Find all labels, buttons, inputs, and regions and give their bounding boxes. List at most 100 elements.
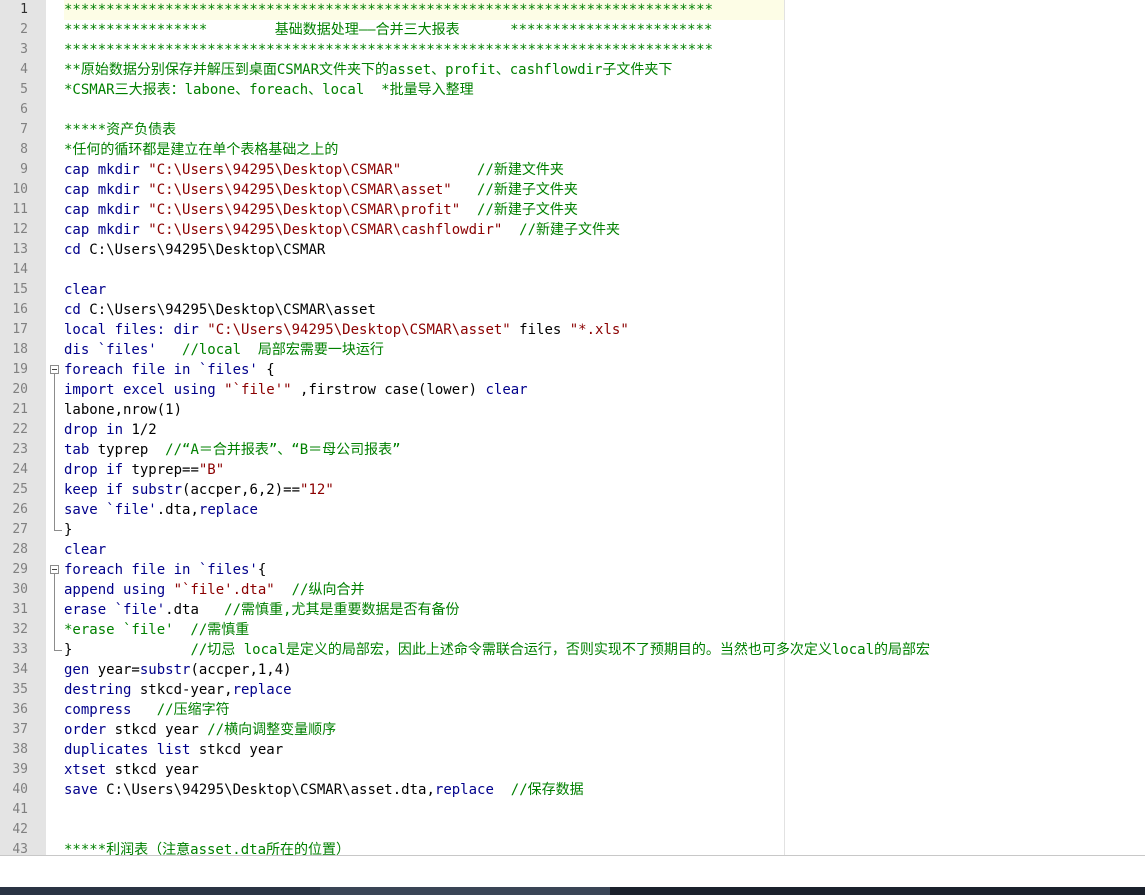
- code-line[interactable]: 25 keep if substr(accper,6,2)=="12": [0, 480, 1145, 500]
- line-text: xtset stkcd year: [64, 760, 199, 780]
- code-token: import excel using: [64, 382, 225, 398]
- code-token: (accper,1,4): [190, 662, 292, 678]
- code-token: "C:\Users\94295\Desktop\CSMAR\profit": [148, 202, 461, 218]
- code-token: C:\Users\94295\Desktop\CSMAR\asset.dta,: [106, 782, 435, 798]
- code-line[interactable]: 16 cd C:\Users\94295\Desktop\CSMAR\asset: [0, 300, 1145, 320]
- code-line[interactable]: 18 dis `files' //local 局部宏需要一块运行: [0, 340, 1145, 360]
- code-token: typrep: [97, 442, 166, 458]
- fold-toggle-icon[interactable]: [50, 365, 59, 374]
- code-line[interactable]: 27}: [0, 520, 1145, 540]
- code-line[interactable]: 41: [0, 800, 1145, 820]
- fold-guide-line: [54, 374, 55, 520]
- code-line[interactable]: 34 gen year=substr(accper,1,4): [0, 660, 1145, 680]
- code-line[interactable]: 40 save C:\Users\94295\Desktop\CSMAR\asse…: [0, 780, 1145, 800]
- line-number: 11: [12, 202, 28, 217]
- line-number: 35: [12, 682, 28, 697]
- code-token: "C:\Users\94295\Desktop\CSMAR\cashflowdi…: [148, 222, 503, 238]
- code-token: stkcd year: [114, 762, 199, 778]
- line-number: 17: [12, 322, 28, 337]
- code-line[interactable]: 19 foreach file in `files' {: [0, 360, 1145, 380]
- code-token: stkcd year: [114, 722, 208, 738]
- line-text: *CSMAR三大报表：labone、foreach、local *批量导入整理: [64, 80, 474, 100]
- line-number: 6: [20, 102, 28, 117]
- line-number: 13: [12, 242, 28, 257]
- code-line[interactable]: 24 drop if typrep=="B": [0, 460, 1145, 480]
- code-line[interactable]: 31 erase `file'.dta //需慎重,尤其是重要数据是否有备份: [0, 600, 1145, 620]
- fold-toggle-icon[interactable]: [50, 565, 59, 574]
- code-token: `files': [198, 562, 258, 578]
- code-line[interactable]: 36 compress //压缩字符: [0, 700, 1145, 720]
- code-token: cd: [64, 302, 90, 318]
- code-token: cap mkdir: [64, 202, 149, 218]
- code-line[interactable]: 35 destring stkcd-year,replace: [0, 680, 1145, 700]
- code-line[interactable]: 26 save `file'.dta,replace: [0, 500, 1145, 520]
- code-line[interactable]: 11 cap mkdir "C:\Users\94295\Desktop\CSMA…: [0, 200, 1145, 220]
- code-line[interactable]: 32 *erase `file' //需慎重: [0, 620, 1145, 640]
- code-line[interactable]: 28 clear: [0, 540, 1145, 560]
- code-line[interactable]: 13 cd C:\Users\94295\Desktop\CSMAR: [0, 240, 1145, 260]
- code-token: //切忌 local是定义的局部宏，因此上述命令需联合运行，否则实现不了预期目的…: [72, 642, 931, 658]
- code-token: //横向调整变量顺序: [207, 722, 337, 738]
- line-number: 37: [12, 722, 28, 737]
- line-number: 40: [12, 782, 28, 797]
- line-number: 30: [12, 582, 28, 597]
- taskbar: [0, 887, 1145, 895]
- code-line[interactable]: 42: [0, 820, 1145, 840]
- code-token: *erase `file' //需慎重: [64, 622, 250, 638]
- code-line[interactable]: 4 **原始数据分别保存并解压到桌面CSMAR文件夹下的asset、profit、…: [0, 60, 1145, 80]
- line-number: 5: [20, 82, 28, 97]
- line-text: order stkcd year //横向调整变量顺序: [64, 720, 336, 740]
- code-line[interactable]: 30 append using "`file'.dta" //纵向合并: [0, 580, 1145, 600]
- code-token: *CSMAR三大报表：labone、foreach、local *批量导入整理: [64, 82, 474, 98]
- code-line[interactable]: 14: [0, 260, 1145, 280]
- code-line[interactable]: 17 local files: dir "C:\Users\94295\Deskt…: [0, 320, 1145, 340]
- code-token: xtset: [64, 762, 115, 778]
- code-line[interactable]: 5 *CSMAR三大报表：labone、foreach、local *批量导入整理: [0, 80, 1145, 100]
- code-token: foreach file in: [64, 562, 199, 578]
- line-text: duplicates list stkcd year: [64, 740, 283, 760]
- line-number: 43: [12, 842, 28, 855]
- code-editor[interactable]: 1 ***************************************…: [0, 0, 1145, 855]
- code-line[interactable]: 22 drop in 1/2: [0, 420, 1145, 440]
- code-line[interactable]: 1 ***************************************…: [0, 0, 1145, 20]
- code-line[interactable]: 20 import excel using "`file'" ,firstrow …: [0, 380, 1145, 400]
- code-token: //新建子文件夹: [502, 222, 621, 238]
- code-line[interactable]: 38 duplicates list stkcd year: [0, 740, 1145, 760]
- code-line[interactable]: 43 *****利润表（注意asset.dta所在的位置）: [0, 840, 1145, 855]
- code-token: tab: [64, 442, 98, 458]
- line-number: 33: [12, 642, 28, 657]
- code-line[interactable]: 39 xtset stkcd year: [0, 760, 1145, 780]
- code-token: //纵向合并: [274, 582, 365, 598]
- code-token: replace: [232, 682, 292, 698]
- code-line[interactable]: 7 *****资产负债表: [0, 120, 1145, 140]
- code-token: {: [257, 362, 275, 378]
- code-line[interactable]: 37 order stkcd year //横向调整变量顺序: [0, 720, 1145, 740]
- line-text: tab typrep //“A＝合并报表”、“B＝母公司报表”: [64, 440, 401, 460]
- line-number: 4: [20, 62, 28, 77]
- line-text: gen year=substr(accper,1,4): [64, 660, 292, 680]
- code-line[interactable]: 33} //切忌 local是定义的局部宏，因此上述命令需联合运行，否则实现不了…: [0, 640, 1145, 660]
- code-line[interactable]: 21 labone,nrow(1): [0, 400, 1145, 420]
- code-token: *任何的循环都是建立在单个表格基础之上的: [64, 142, 339, 158]
- code-token: "*.xls": [569, 322, 629, 338]
- line-number: 15: [12, 282, 28, 297]
- code-line[interactable]: 12 cap mkdir "C:\Users\94295\Desktop\CSMA…: [0, 220, 1145, 240]
- code-token: //需慎重,尤其是重要数据是否有备份: [224, 602, 460, 618]
- code-line[interactable]: 3 ***************************************…: [0, 40, 1145, 60]
- line-text: ****************************************…: [64, 0, 784, 20]
- line-number: 19: [12, 362, 28, 377]
- code-line[interactable]: 29 foreach file in `files'{: [0, 560, 1145, 580]
- code-line[interactable]: 9 cap mkdir "C:\Users\94295\Desktop\CSMAR…: [0, 160, 1145, 180]
- code-line[interactable]: 10 cap mkdir "C:\Users\94295\Desktop\CSMA…: [0, 180, 1145, 200]
- code-token: {: [257, 562, 267, 578]
- code-line[interactable]: 23 tab typrep //“A＝合并报表”、“B＝母公司报表”: [0, 440, 1145, 460]
- code-token: foreach file in: [64, 362, 199, 378]
- fold-end-marker: [54, 520, 62, 531]
- code-line[interactable]: 6: [0, 100, 1145, 120]
- code-line[interactable]: 2 ***************** 基础数据处理——合并三大报表 ******…: [0, 20, 1145, 40]
- code-token: replace: [434, 782, 494, 798]
- code-token: ***************** 基础数据处理——合并三大报表 *******…: [64, 22, 713, 38]
- code-line[interactable]: 15 clear: [0, 280, 1145, 300]
- line-text: cd C:\Users\94295\Desktop\CSMAR: [64, 240, 325, 260]
- code-line[interactable]: 8 *任何的循环都是建立在单个表格基础之上的: [0, 140, 1145, 160]
